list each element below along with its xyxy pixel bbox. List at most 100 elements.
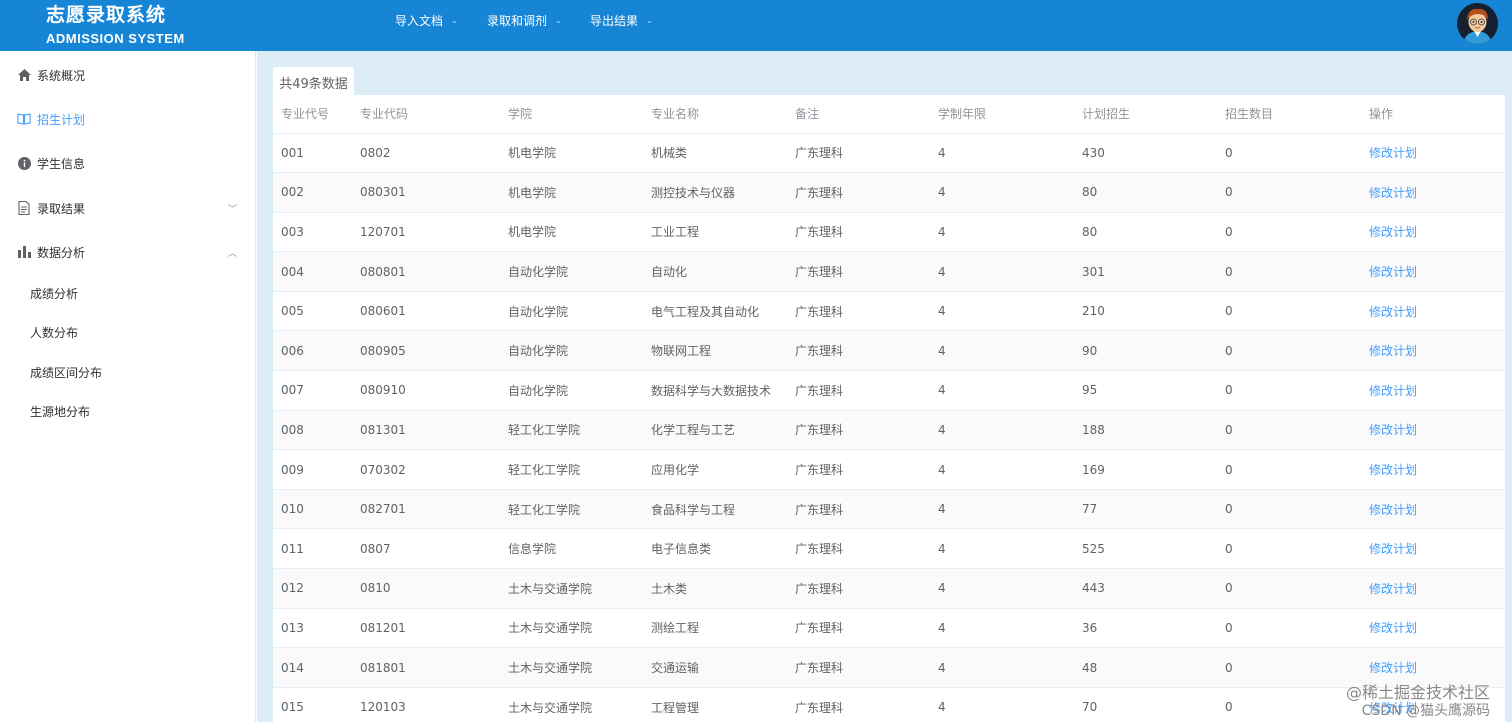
table-row[interactable]: 001 0802 机电学院 机械类 广东理科 4 430 0 修改计划	[273, 133, 1505, 174]
nav-admission-adjust[interactable]: 录取和调剂 ⌄	[487, 0, 562, 40]
edit-plan-link[interactable]: 修改计划	[1369, 305, 1417, 319]
table-cell: 0	[1217, 172, 1361, 213]
table-cell: 土木与交通学院	[500, 647, 643, 688]
edit-plan-link[interactable]: 修改计划	[1369, 423, 1417, 437]
table-row[interactable]: 006 080905 自动化学院 物联网工程 广东理科 4 90 0 修改计划	[273, 330, 1505, 372]
edit-plan-link[interactable]: 修改计划	[1369, 344, 1417, 358]
sidebar-item-enrollment-plan[interactable]: 招生计划	[0, 97, 255, 141]
table-cell: 机电学院	[500, 133, 643, 174]
table-cell: 009	[273, 449, 352, 490]
column-header[interactable]: 招生数目	[1217, 95, 1361, 134]
table-cell: 36	[1074, 608, 1217, 649]
column-header[interactable]: 专业代号	[273, 95, 352, 134]
bar-chart-icon	[17, 245, 31, 259]
column-header[interactable]: 专业代码	[352, 95, 500, 134]
column-header[interactable]: 学制年限	[930, 95, 1074, 134]
table-row[interactable]: 009 070302 轻工化工学院 应用化学 广东理科 4 169 0 修改计划	[273, 449, 1505, 490]
table-cell: 广东理科	[787, 489, 930, 530]
sidebar-subitem-origin-distribution[interactable]: 生源地分布	[30, 396, 90, 426]
table-row[interactable]: 014 081801 土木与交通学院 交通运输 广东理科 4 48 0 修改计划	[273, 647, 1505, 688]
table-row[interactable]: 015 120103 土木与交通学院 工程管理 广东理科 4 70 0 修改计划	[273, 687, 1505, 722]
sidebar-subitem-score-analysis[interactable]: 成绩分析	[30, 278, 78, 308]
table-cell: 169	[1074, 449, 1217, 490]
sidebar-item-label: 招生计划	[37, 112, 86, 127]
table-cell: 自动化学院	[500, 291, 643, 332]
table-cell: 自动化学院	[500, 370, 643, 411]
sidebar-item-admission-results[interactable]: 录取结果 ﹀	[0, 186, 255, 230]
table-cell: 4	[930, 568, 1074, 609]
tab-data-count[interactable]: 共49条数据	[273, 67, 354, 97]
table-cell: 0807	[352, 528, 500, 570]
book-icon	[17, 112, 31, 126]
column-header[interactable]: 操作	[1361, 95, 1505, 134]
edit-plan-link[interactable]: 修改计划	[1369, 265, 1417, 279]
sidebar-item-overview[interactable]: 系统概况	[0, 53, 255, 97]
sidebar-item-student-info[interactable]: 学生信息	[0, 141, 255, 185]
sidebar-subitem-headcount-distribution[interactable]: 人数分布	[30, 317, 78, 347]
table-cell: 电气工程及其自动化	[643, 291, 787, 332]
column-header[interactable]: 学院	[500, 95, 643, 134]
table-cell: 0	[1217, 291, 1361, 332]
app-subtitle: ADMISSION SYSTEM	[46, 31, 185, 46]
nav-export-results[interactable]: 导出结果 ⌄	[590, 0, 653, 40]
edit-plan-link[interactable]: 修改计划	[1369, 463, 1417, 477]
table-cell: 80	[1074, 172, 1217, 213]
app-title: 志愿录取系统	[46, 4, 167, 26]
table-cell: 070302	[352, 449, 500, 490]
table-cell: 土木与交通学院	[500, 608, 643, 649]
table-row[interactable]: 003 120701 机电学院 工业工程 广东理科 4 80 0 修改计划	[273, 212, 1505, 253]
table-cell: 001	[273, 133, 352, 174]
edit-plan-link[interactable]: 修改计划	[1369, 186, 1417, 200]
top-header: 志愿录取系统 ADMISSION SYSTEM 导入文档 ⌄ 录取和调剂 ⌄ 导…	[0, 0, 1512, 51]
nav-import-docs-label: 导入文档	[395, 13, 444, 28]
column-header[interactable]: 计划招生	[1074, 95, 1217, 134]
edit-plan-link[interactable]: 修改计划	[1369, 542, 1417, 556]
edit-plan-link[interactable]: 修改计划	[1369, 503, 1417, 517]
table-cell: 188	[1074, 410, 1217, 451]
table-row[interactable]: 013 081201 土木与交通学院 测绘工程 广东理科 4 36 0 修改计划	[273, 608, 1505, 649]
edit-plan-link[interactable]: 修改计划	[1369, 225, 1417, 239]
table-row[interactable]: 007 080910 自动化学院 数据科学与大数据技术 广东理科 4 95 0 修改计划	[273, 370, 1505, 411]
table-cell: 信息学院	[500, 528, 643, 570]
table-cell: 015	[273, 687, 352, 722]
table-cell-actions: 修改计划	[1361, 133, 1505, 174]
table-row[interactable]: 010 082701 轻工化工学院 食品科学与工程 广东理科 4 77 0 修改计划	[273, 489, 1505, 530]
sidebar-item-label: 系统概况	[37, 68, 86, 83]
app-logo[interactable]: 志愿录取系统 ADMISSION SYSTEM	[46, 3, 185, 47]
nav-admission-adjust-label: 录取和调剂	[487, 13, 548, 28]
column-header[interactable]: 专业名称	[643, 95, 787, 134]
table-cell: 4	[930, 133, 1074, 174]
nav-import-docs[interactable]: 导入文档 ⌄	[395, 0, 458, 40]
table-cell: 4	[930, 251, 1074, 292]
table-cell: 77	[1074, 489, 1217, 530]
table-row[interactable]: 008 081301 轻工化工学院 化学工程与工艺 广东理科 4 188 0 修改计划	[273, 410, 1505, 451]
table-cell: 082701	[352, 489, 500, 530]
edit-plan-link[interactable]: 修改计划	[1369, 621, 1417, 635]
edit-plan-link[interactable]: 修改计划	[1369, 701, 1417, 715]
sidebar: 系统概况 招生计划 学生信息 录取结果 ﹀ 数据分析 ︿ 成绩分析 人数分布 成…	[0, 51, 256, 722]
table-cell: 轻工化工学院	[500, 449, 643, 490]
table-row[interactable]: 005 080601 自动化学院 电气工程及其自动化 广东理科 4 210 0 修改计划	[273, 291, 1505, 332]
table-cell: 4	[930, 449, 1074, 490]
edit-plan-link[interactable]: 修改计划	[1369, 384, 1417, 398]
table-cell: 4	[930, 410, 1074, 451]
column-header[interactable]: 备注	[787, 95, 930, 134]
table-row[interactable]: 002 080301 机电学院 测控技术与仪器 广东理科 4 80 0 修改计划	[273, 172, 1505, 213]
table-cell: 0	[1217, 528, 1361, 570]
edit-plan-link[interactable]: 修改计划	[1369, 146, 1417, 160]
avatar-icon	[1457, 3, 1498, 44]
table-cell: 011	[273, 528, 352, 570]
table-row[interactable]: 012 0810 土木与交通学院 土木类 广东理科 4 443 0 修改计划	[273, 568, 1505, 609]
table-row[interactable]: 004 080801 自动化学院 自动化 广东理科 4 301 0 修改计划	[273, 251, 1505, 292]
sidebar-subitem-score-range-distribution[interactable]: 成绩区间分布	[30, 357, 102, 387]
table-cell: 广东理科	[787, 608, 930, 649]
edit-plan-link[interactable]: 修改计划	[1369, 661, 1417, 675]
user-avatar[interactable]	[1457, 3, 1498, 44]
table-cell: 4	[930, 291, 1074, 332]
edit-plan-link[interactable]: 修改计划	[1369, 582, 1417, 596]
table-cell: 土木与交通学院	[500, 687, 643, 722]
table-cell: 广东理科	[787, 687, 930, 722]
sidebar-item-data-analysis[interactable]: 数据分析 ︿	[0, 230, 255, 274]
table-row[interactable]: 011 0807 信息学院 电子信息类 广东理科 4 525 0 修改计划	[273, 528, 1505, 570]
table-cell-actions: 修改计划	[1361, 330, 1505, 372]
